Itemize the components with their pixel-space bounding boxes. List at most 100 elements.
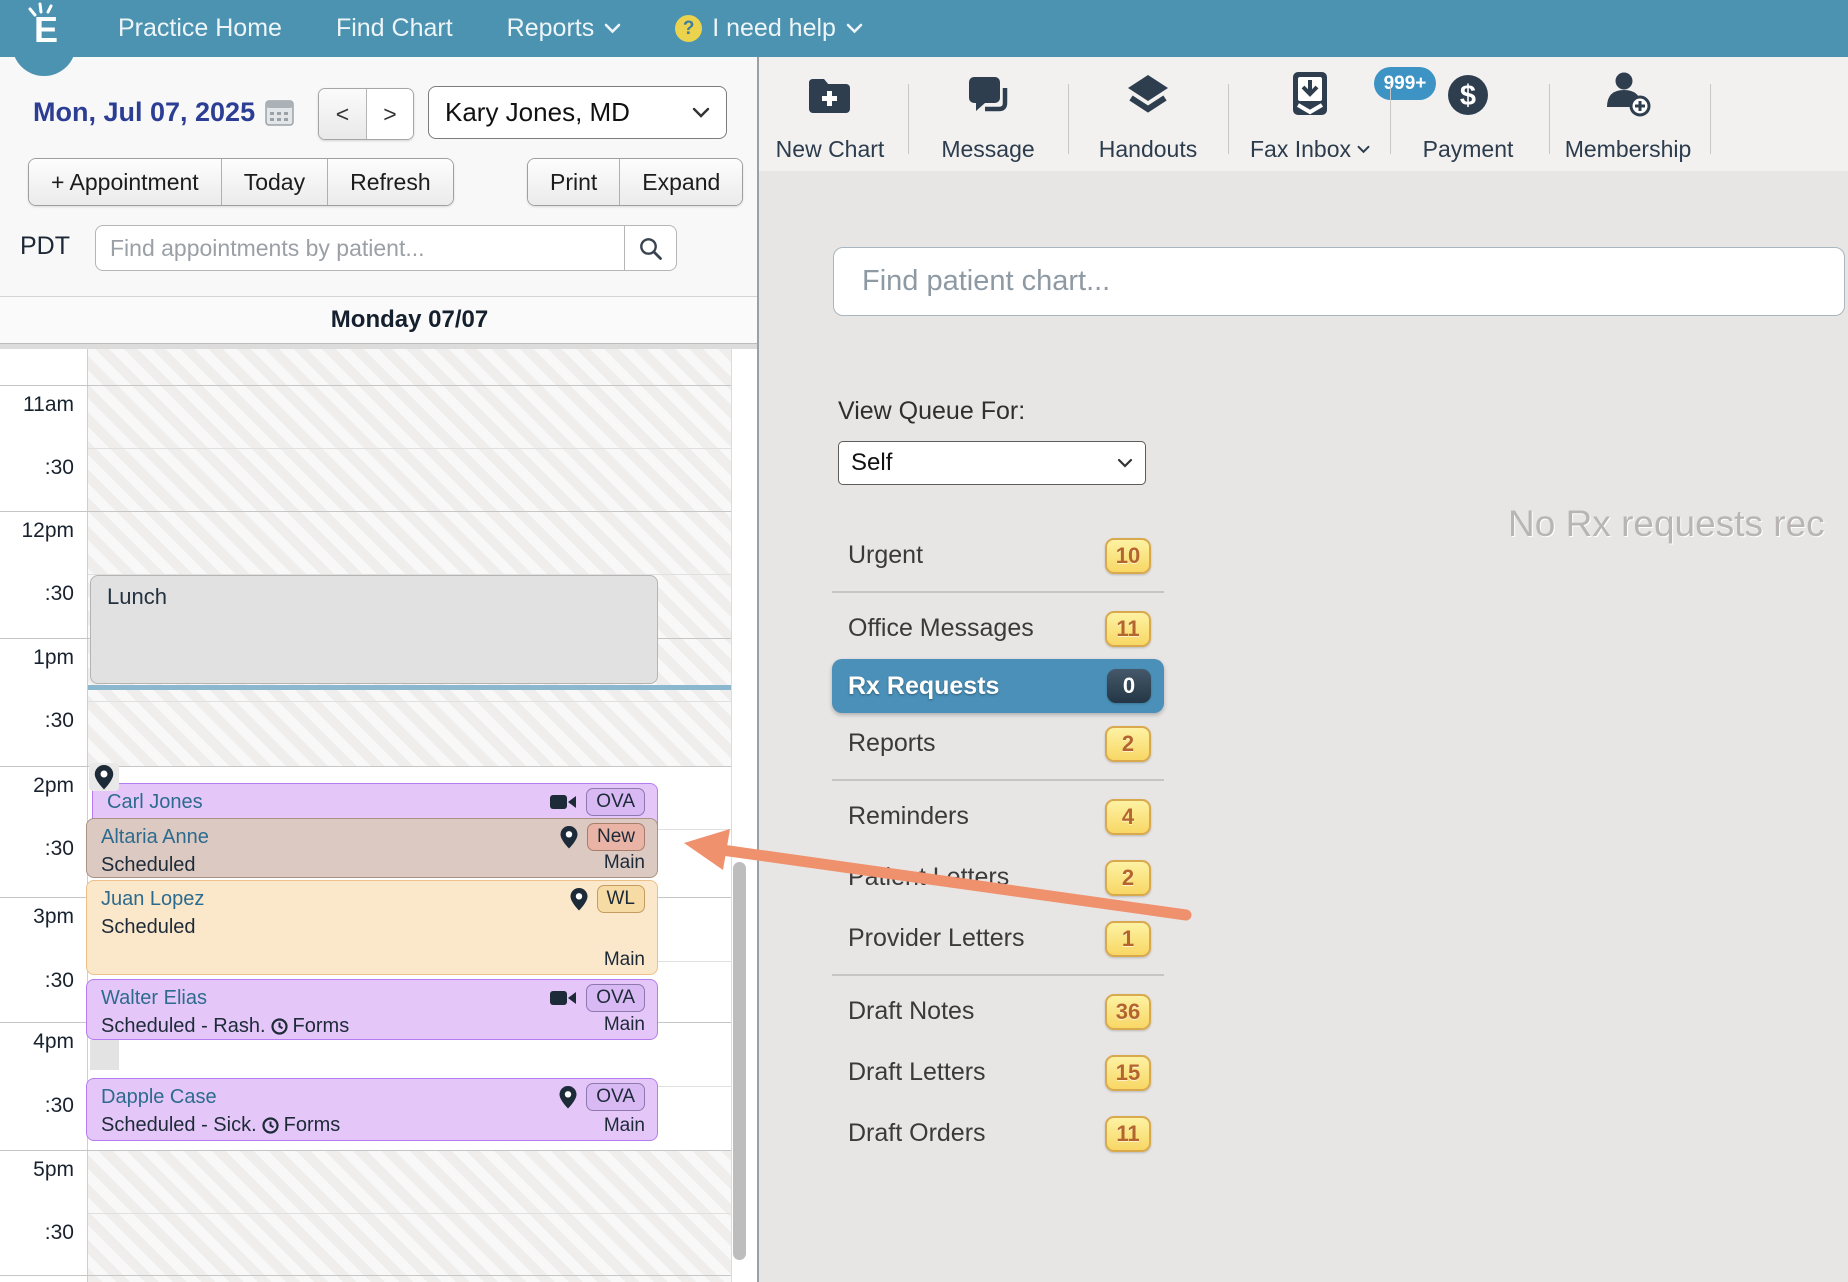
toolbar-handouts-button[interactable]: Handouts xyxy=(1073,69,1223,163)
refresh-button[interactable]: Refresh xyxy=(327,159,453,205)
print-expand-actions: Print Expand xyxy=(527,158,743,206)
hour-line xyxy=(0,1150,731,1151)
time-label: 3pm xyxy=(0,905,74,929)
toolbar-message-button[interactable]: Message xyxy=(913,69,1063,163)
queue-count-badge: 0 xyxy=(1107,669,1151,703)
queue-item-label: Office Messages xyxy=(848,614,1034,643)
time-label: 4pm xyxy=(0,1030,74,1054)
patient-chart-search-input[interactable] xyxy=(833,247,1845,316)
fax-inbox-icon-wrap: 999+ xyxy=(1290,69,1330,117)
appointment-location: Main xyxy=(604,1014,645,1036)
time-label: :30 xyxy=(0,582,74,606)
elation-logo[interactable]: E xyxy=(12,0,76,76)
nav-item-practice-home[interactable]: Practice Home xyxy=(118,14,282,43)
today-button[interactable]: Today xyxy=(221,159,327,205)
message-icon-wrap xyxy=(966,69,1010,117)
current-date[interactable]: Mon, Jul 07, 2025 xyxy=(33,97,255,128)
chevron-down-icon xyxy=(1117,458,1133,468)
location-pin-icon xyxy=(94,765,114,790)
nav-item-help[interactable]: ?I need help xyxy=(675,14,863,43)
queue-group-divider xyxy=(832,779,1164,781)
quick-actions-toolbar: New Chart Message Handouts 999+ Fax Inbox… xyxy=(759,57,1848,171)
calendar-day-header: Monday 07/07 xyxy=(0,296,757,344)
next-day-button[interactable]: > xyxy=(366,89,413,139)
queue-scope-value: Self xyxy=(851,449,892,477)
queue-count-badge: 2 xyxy=(1105,726,1151,762)
toolbar-divider xyxy=(1390,84,1391,154)
prev-day-button[interactable]: < xyxy=(319,89,366,139)
toolbar-divider xyxy=(1228,84,1229,154)
appointment-dapple-case[interactable]: Dapple Case OVA Scheduled - Sick.FormsMa… xyxy=(86,1078,658,1141)
nav-item-find-chart[interactable]: Find Chart xyxy=(336,14,453,43)
toolbar-payment-button[interactable]: $ Payment xyxy=(1393,69,1543,163)
patient-name[interactable]: Carl Jones xyxy=(107,791,203,814)
forms-label: Forms xyxy=(293,1015,350,1038)
appointment-status: Scheduled - Rash.Forms xyxy=(101,1015,645,1038)
handouts-icon-wrap xyxy=(1124,69,1172,117)
appointment-altaria-anne[interactable]: Altaria Anne New ScheduledMain xyxy=(86,818,658,878)
queue-item-office-messages[interactable]: Office Messages 11 xyxy=(832,598,1164,659)
nav-item-label: Reports xyxy=(507,14,595,43)
queue-item-label: Draft Notes xyxy=(848,997,974,1026)
patient-name[interactable]: Altaria Anne xyxy=(101,826,209,849)
add-appointment-button[interactable]: + Appointment xyxy=(29,159,221,205)
slot-remainder xyxy=(90,1040,119,1070)
queue-item-rx-requests[interactable]: Rx Requests 0 xyxy=(832,659,1164,713)
toolbar-item-label: Fax Inbox xyxy=(1250,136,1370,163)
nav-item-reports[interactable]: Reports xyxy=(507,14,622,43)
queue-item-reports[interactable]: Reports 2 xyxy=(832,713,1164,774)
toolbar-item-label: Payment xyxy=(1423,136,1514,163)
appointment-location: Main xyxy=(604,852,645,874)
scheduler-panel: Mon, Jul 07, 2025 < > Kary Jones, MD + A… xyxy=(0,57,757,1282)
calendar-picker-icon[interactable] xyxy=(265,98,294,131)
appointment-status: Scheduled - Sick.Forms xyxy=(101,1114,645,1137)
location-pin-icon xyxy=(570,888,588,911)
print-button[interactable]: Print xyxy=(528,159,619,205)
queue-scope-select[interactable]: Self xyxy=(838,441,1146,485)
appointment-location: Main xyxy=(604,1115,645,1137)
patient-chart-search xyxy=(833,247,1845,316)
hour-line xyxy=(0,511,731,512)
video-visit-icon xyxy=(550,989,577,1007)
appointment-search-input[interactable] xyxy=(95,225,625,271)
patient-name[interactable]: Juan Lopez xyxy=(101,888,204,911)
chevron-down-icon xyxy=(604,23,621,34)
queue-item-draft-letters[interactable]: Draft Letters 15 xyxy=(832,1042,1164,1103)
queue-item-label: Reports xyxy=(848,729,936,758)
appointment-search-button[interactable] xyxy=(625,225,677,271)
patient-name[interactable]: Walter Elias xyxy=(101,987,207,1010)
lunch-block[interactable]: Lunch xyxy=(90,575,658,684)
schedule-marker-line xyxy=(88,685,731,690)
message-icon xyxy=(966,75,1010,117)
appointment-type-badge: OVA xyxy=(586,1083,645,1111)
expand-button[interactable]: Expand xyxy=(619,159,742,205)
appointment-search xyxy=(95,225,677,271)
chevron-down-icon xyxy=(846,23,863,34)
location-pin-chip[interactable] xyxy=(89,763,119,791)
half-hour-line xyxy=(88,1213,731,1214)
queue-item-draft-orders[interactable]: Draft Orders 11 xyxy=(832,1103,1164,1164)
appointment-juan-lopez[interactable]: Juan Lopez WL ScheduledMain xyxy=(86,880,658,975)
toolbar-item-label: Handouts xyxy=(1099,136,1197,163)
toolbar-fax-inbox-button[interactable]: 999+ Fax Inbox xyxy=(1235,69,1385,163)
time-label: 5pm xyxy=(0,1158,74,1182)
queue-item-label: Rx Requests xyxy=(848,672,999,701)
chevron-down-icon xyxy=(692,107,710,118)
toolbar-membership-button[interactable]: Membership xyxy=(1553,69,1703,163)
time-column xyxy=(0,349,88,1282)
provider-select[interactable]: Kary Jones, MD xyxy=(428,86,727,139)
time-label: :30 xyxy=(0,837,74,861)
calendar-grid[interactable]: 11am:3012pm:301pm:302pm:303pm:304pm:305p… xyxy=(0,349,757,1282)
patient-name[interactable]: Dapple Case xyxy=(101,1086,217,1109)
day-header-label: Monday 07/07 xyxy=(88,297,731,343)
queue-item-urgent[interactable]: Urgent 10 xyxy=(832,525,1164,586)
svg-text:$: $ xyxy=(1460,80,1476,112)
fax-inbox-icon xyxy=(1290,71,1330,117)
time-label: 11am xyxy=(0,393,74,417)
time-label: :30 xyxy=(0,709,74,733)
appointment-walter-elias[interactable]: Walter Elias OVA Scheduled - Rash.FormsM… xyxy=(86,979,658,1040)
toolbar-item-label: New Chart xyxy=(776,136,885,163)
forms-label: Forms xyxy=(284,1114,341,1137)
queue-item-draft-notes[interactable]: Draft Notes 36 xyxy=(832,981,1164,1042)
toolbar-new-chart-button[interactable]: New Chart xyxy=(759,69,905,163)
